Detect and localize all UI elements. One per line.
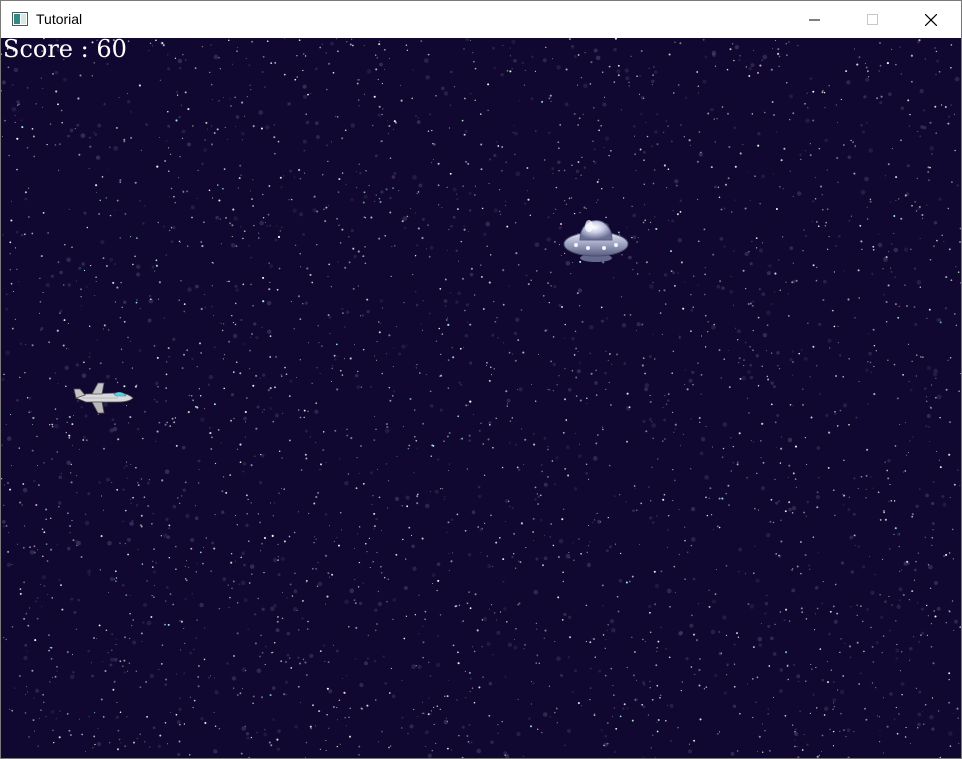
game-canvas[interactable]: Score : 60 [1,38,961,758]
score-separator: : [73,38,97,63]
window-title: Tutorial [36,11,83,27]
minimize-button[interactable] [786,1,844,38]
game-window: Tutorial Score : 60 [0,0,962,759]
score-display: Score : 60 [3,38,127,63]
maximize-icon [867,14,878,25]
close-button[interactable] [902,1,960,38]
title-bar[interactable]: Tutorial [1,1,961,38]
score-value: 60 [96,38,127,63]
minimize-icon [809,19,820,21]
score-label: Score [3,38,74,63]
close-icon [925,14,937,26]
fighter-jet-icon [73,382,134,414]
ufo-icon [563,220,629,262]
maximize-button[interactable] [844,1,902,38]
starfield-background [1,38,961,758]
app-window-icon [12,12,28,26]
